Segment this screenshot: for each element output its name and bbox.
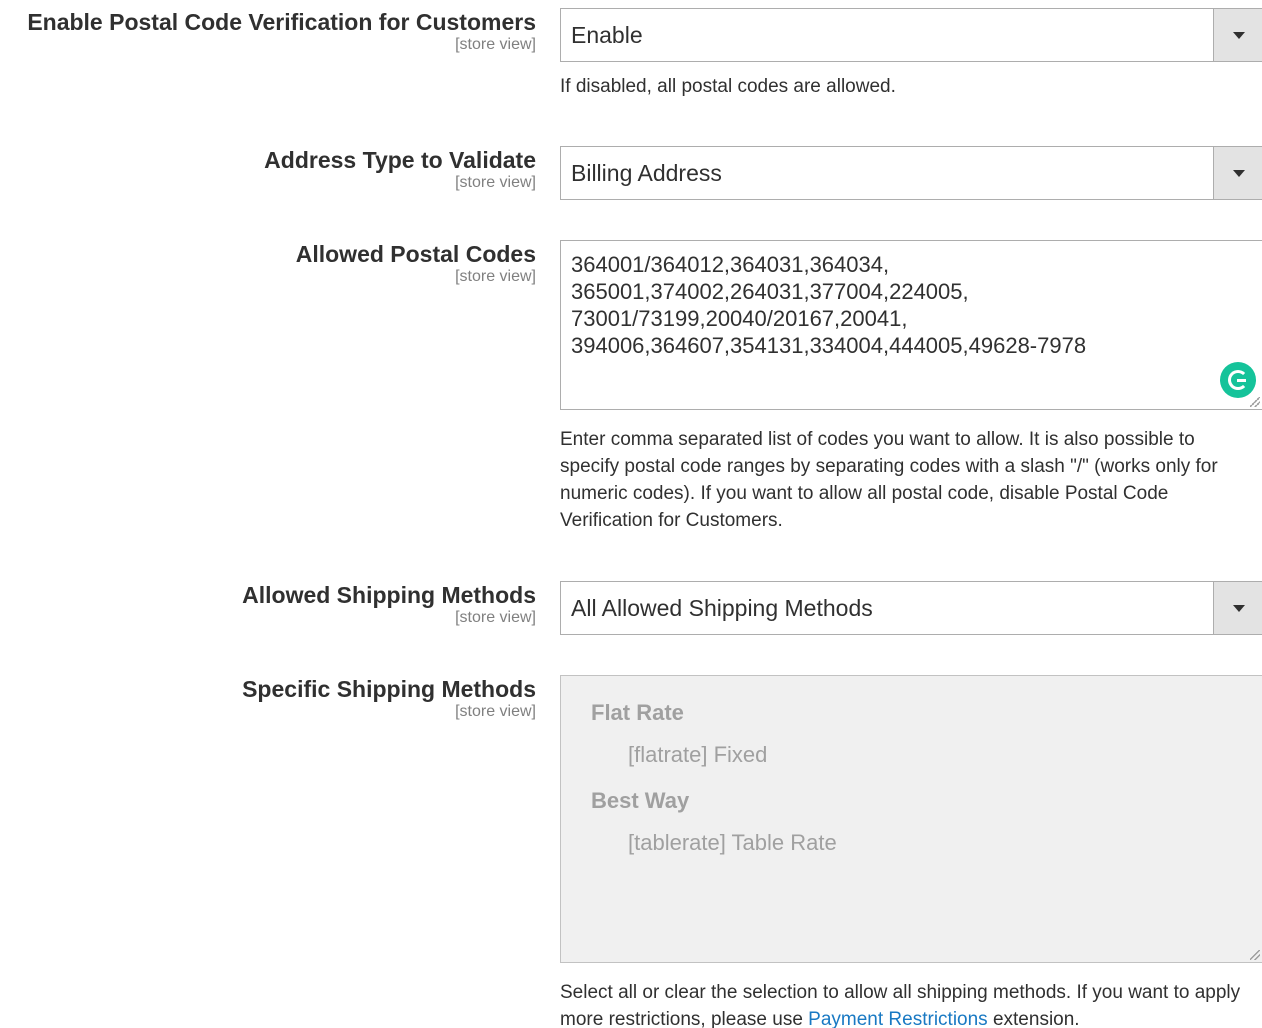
postal-verification-note: If disabled, all postal codes are allowe… [560,76,896,97]
address-type-label-group: Address Type to Validate [store view] [0,146,536,192]
resize-handle-icon[interactable] [1250,397,1260,407]
payment-restrictions-link[interactable]: Payment Restrictions [808,1009,988,1028]
shipping-methods-scope: [store view] [455,609,536,626]
allowed-codes-line: 73001/73199,20040/20167,20041, [571,306,908,331]
specific-methods-scope: [store view] [455,703,536,720]
grammarly-icon[interactable] [1220,362,1256,398]
postal-verification-select[interactable]: Enable [560,8,1262,62]
allowed-codes-line: 394006,364607,354131,334004,444005,49628… [571,333,1087,358]
chevron-down-icon[interactable] [1213,9,1262,61]
optgroup-label: Best Way [591,788,690,813]
postal-verification-control: Enable If disabled, all postal codes are… [560,8,1262,100]
postal-verification-select-value: Enable [571,22,643,48]
option-tablerate[interactable]: [tablerate] Table Rate [591,828,1232,858]
allowed-codes-scope: [store view] [455,268,536,285]
allowed-codes-label-group: Allowed Postal Codes [store view] [0,240,536,286]
address-type-scope: [store view] [455,174,536,191]
postal-verification-scope: [store view] [455,36,536,53]
resize-handle-icon[interactable] [1250,950,1260,960]
allowed-codes-control: 364001/364012,364031,364034, 365001,3740… [560,240,1262,534]
chevron-down-icon[interactable] [1213,147,1262,199]
allowed-codes-textarea[interactable]: 364001/364012,364031,364034, 365001,3740… [560,240,1262,410]
shipping-methods-select[interactable]: All Allowed Shipping Methods [560,581,1262,635]
shipping-methods-label-group: Allowed Shipping Methods [store view] [0,581,536,627]
specific-methods-label-group: Specific Shipping Methods [store view] [0,675,536,721]
specific-methods-label: Specific Shipping Methods [242,676,536,702]
allowed-codes-note: Enter comma separated list of codes you … [560,429,1218,531]
allowed-codes-label: Allowed Postal Codes [295,241,536,267]
address-type-label: Address Type to Validate [264,147,536,173]
allowed-codes-line: 364001/364012,364031,364034, [571,252,890,277]
shipping-methods-select-value: All Allowed Shipping Methods [571,595,873,621]
chevron-down-icon[interactable] [1213,582,1262,634]
postal-verification-label-group: Enable Postal Code Verification for Cust… [0,8,536,54]
specific-methods-note: Select all or clear the selection to all… [560,979,1262,1028]
specific-methods-multiselect[interactable]: Flat Rate [flatrate] Fixed Best Way [tab… [560,675,1262,963]
config-page: Enable Postal Code Verification for Cust… [0,0,1262,1028]
postal-verification-label: Enable Postal Code Verification for Cust… [27,9,536,35]
address-type-control: Billing Address [560,146,1262,200]
shipping-methods-control: All Allowed Shipping Methods [560,581,1262,635]
optgroup-label: Flat Rate [591,700,684,725]
address-type-select-value: Billing Address [571,160,722,186]
allowed-codes-line: 365001,374002,264031,377004,224005, [571,279,969,304]
option-flatrate[interactable]: [flatrate] Fixed [591,740,1232,770]
specific-methods-control: Flat Rate [flatrate] Fixed Best Way [tab… [560,675,1262,1028]
address-type-select[interactable]: Billing Address [560,146,1262,200]
shipping-methods-label: Allowed Shipping Methods [242,582,536,608]
specific-methods-note-suffix: extension. [987,1009,1080,1028]
